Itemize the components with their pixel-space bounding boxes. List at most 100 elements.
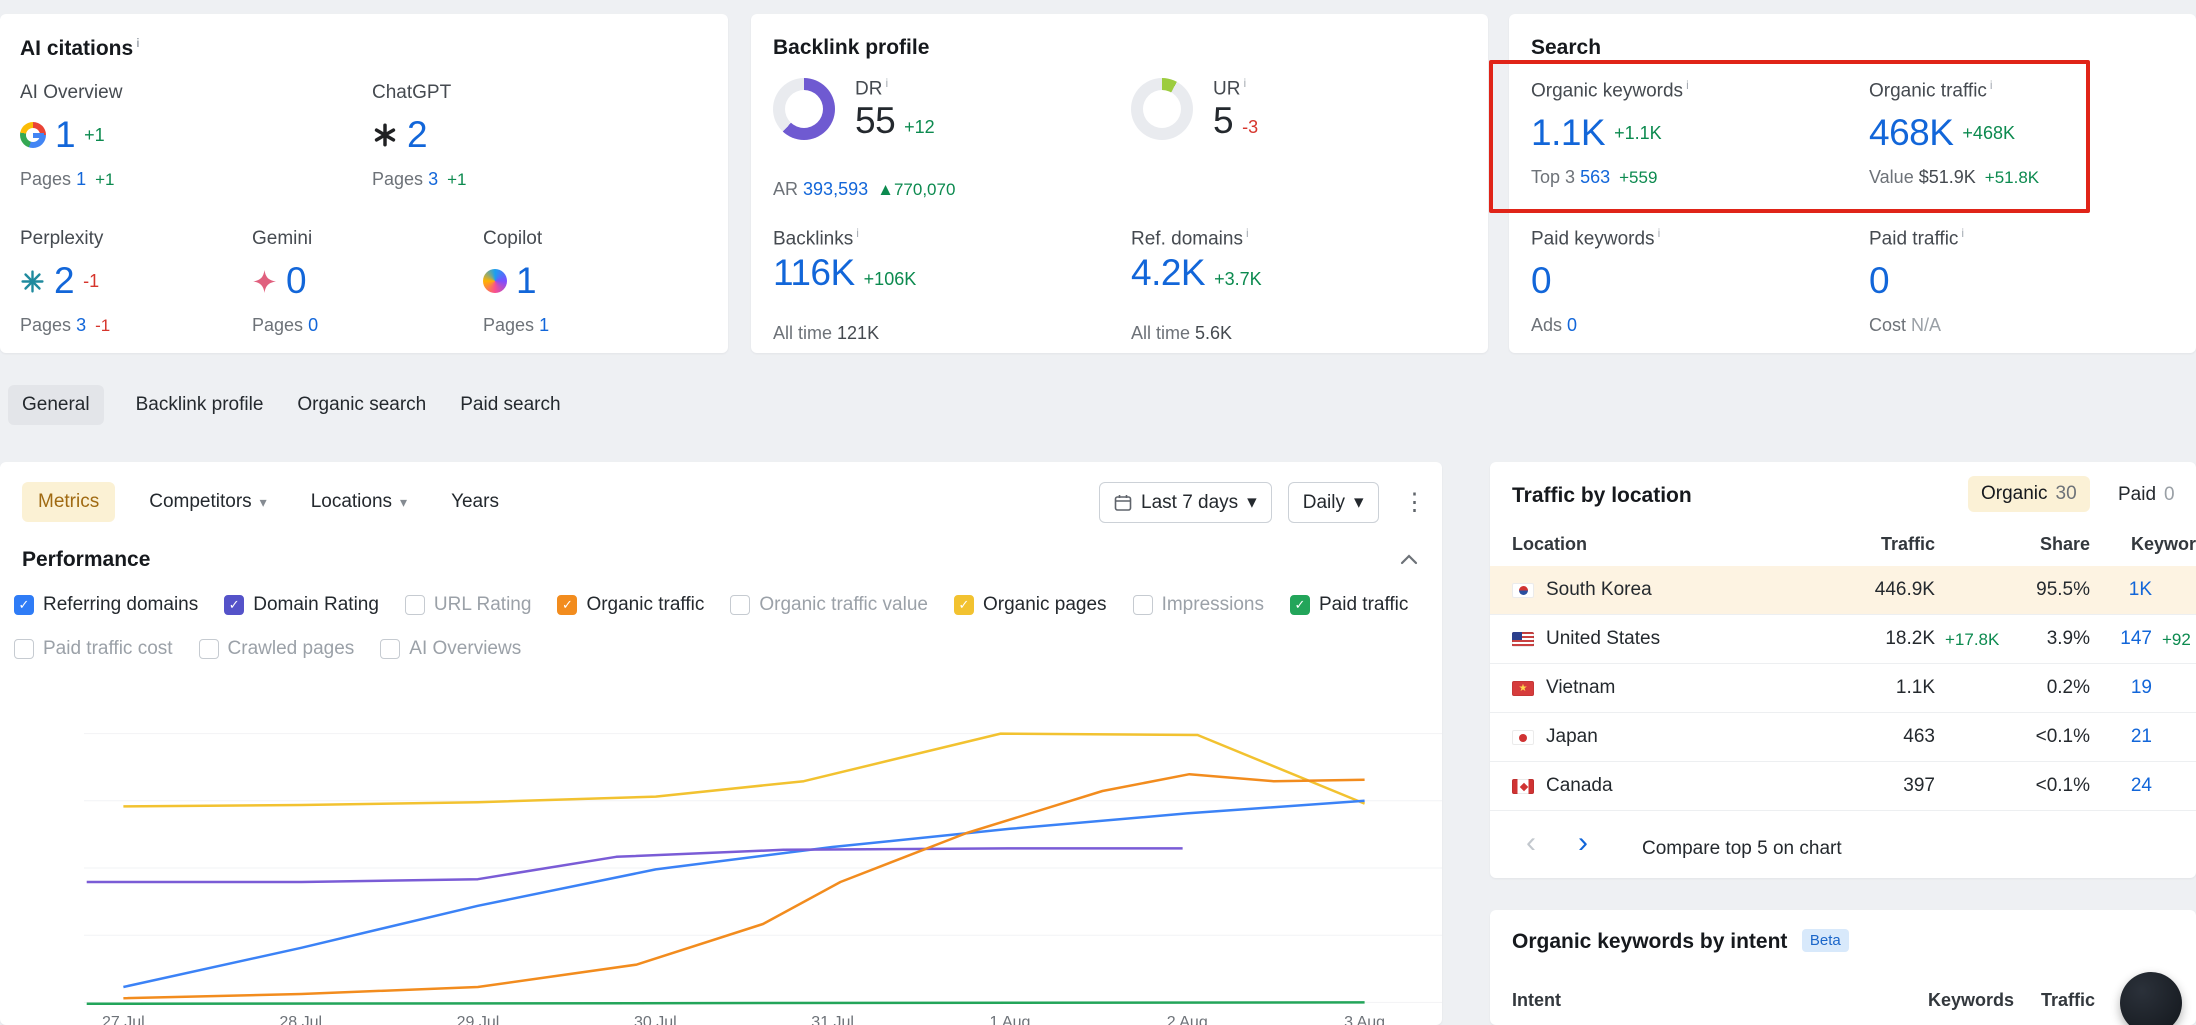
metric-checkbox-url-rating[interactable]: URL Rating xyxy=(405,594,532,616)
granularity-dropdown[interactable]: Daily▾ xyxy=(1288,482,1379,523)
column-traffic: Traffic xyxy=(1770,534,1935,555)
metric-checkbox-paid-traffic[interactable]: ✓Paid traffic xyxy=(1290,594,1408,616)
table-row-south-korea[interactable]: South Korea446.9K95.5%1K xyxy=(1490,566,2196,615)
metric-checkbox-paid-traffic-cost[interactable]: Paid traffic cost xyxy=(14,638,173,660)
organic-toggle[interactable]: Organic30 xyxy=(1968,476,2090,512)
date-controls: Last 7 days▾ Daily▾ ⋮ xyxy=(1099,482,1435,523)
ai-metric-gemini: Gemini 0 Pages 0 xyxy=(252,228,452,336)
paid-keywords-value[interactable]: 0 xyxy=(1531,260,1551,302)
checkbox-unchecked-icon xyxy=(730,595,750,615)
info-icon: i xyxy=(856,226,859,240)
overview-tabs: General Backlink profile Organic search … xyxy=(8,384,563,426)
metrics-button[interactable]: Metrics xyxy=(22,482,115,522)
info-icon: i xyxy=(1961,226,1964,240)
table-row-japan[interactable]: Japan463<0.1%21 xyxy=(1490,713,2196,762)
metric-checkbox-domain-rating[interactable]: ✓Domain Rating xyxy=(224,594,379,616)
collapse-chevron-up-icon[interactable] xyxy=(1400,552,1418,566)
chart-line-organic-traffic xyxy=(123,774,1364,998)
gemini-icon xyxy=(252,269,277,294)
checkbox-unchecked-icon xyxy=(380,639,400,659)
organic-keywords-value[interactable]: 1.1K xyxy=(1531,112,1605,154)
search-card: Search Organic keywordsi 1.1K+1.1K Top 3… xyxy=(1509,14,2196,353)
info-icon: i xyxy=(1246,226,1249,240)
metric-checkbox-crawled-pages[interactable]: Crawled pages xyxy=(199,638,355,660)
more-options-icon[interactable]: ⋮ xyxy=(1395,484,1435,521)
search-title: Search xyxy=(1531,36,1601,60)
table-row-vietnam[interactable]: Vietnam1.1K0.2%19 xyxy=(1490,664,2196,713)
location-name: United States xyxy=(1546,628,1660,650)
organic-traffic-value[interactable]: 468K xyxy=(1869,112,1953,154)
copilot-icon xyxy=(483,269,507,293)
metric-toggles-row-2: Paid traffic cost Crawled pages AI Overvie… xyxy=(14,638,521,660)
chat-widget-button[interactable] xyxy=(2120,972,2182,1025)
calendar-icon xyxy=(1114,494,1132,512)
metric-checkbox-impressions[interactable]: Impressions xyxy=(1133,594,1264,616)
x-axis-label: 1 Aug xyxy=(989,1014,1030,1025)
traffic-value: 446.9K xyxy=(1770,579,1935,601)
keywords-link[interactable]: 21 xyxy=(2062,726,2152,748)
paid-toggle[interactable]: Paid0 xyxy=(2118,484,2175,506)
up-triangle-icon: ▲ xyxy=(877,180,894,199)
metric-checkbox-ai-overviews[interactable]: AI Overviews xyxy=(380,638,521,660)
checkbox-unchecked-icon xyxy=(1133,595,1153,615)
metric-checkbox-referring-domains[interactable]: ✓Referring domains xyxy=(14,594,198,616)
chart-line-referring-domains xyxy=(123,801,1364,987)
column-traffic: Traffic xyxy=(2015,990,2095,1011)
ref-domains-value[interactable]: 4.2K xyxy=(1131,252,1205,294)
keywords-link[interactable]: 24 xyxy=(2062,775,2152,797)
compare-top5-link[interactable]: Compare top 5 on chart xyxy=(1642,838,1842,860)
x-axis-label: 28 Jul xyxy=(279,1014,322,1025)
flag-canada-icon xyxy=(1512,779,1534,794)
paid-keywords-block: Paid keywordsi 0 Ads 0 xyxy=(1531,226,1851,336)
ai-metric-copilot: Copilot 1 Pages 1 xyxy=(483,228,683,336)
performance-chart xyxy=(84,693,1442,1025)
checkbox-unchecked-icon xyxy=(199,639,219,659)
traffic-by-location-card: Traffic by location Organic30 Paid0 Loca… xyxy=(1490,462,2196,878)
x-axis-label: 31 Jul xyxy=(811,1014,854,1025)
keywords-link[interactable]: 147 xyxy=(2062,628,2152,650)
metric-checkbox-organic-traffic[interactable]: ✓Organic traffic xyxy=(557,594,704,616)
location-table-header: Location Traffic Share Keywords xyxy=(1490,534,2196,566)
chevron-down-icon: ▾ xyxy=(400,494,407,511)
date-range-button[interactable]: Last 7 days▾ xyxy=(1099,482,1272,523)
metric-value: 1 xyxy=(55,114,75,156)
tab-paid-search[interactable]: Paid search xyxy=(458,385,562,425)
competitors-dropdown[interactable]: Competitors▾ xyxy=(139,482,276,522)
backlink-profile-title: Backlink profile xyxy=(773,36,929,60)
metric-checkbox-organic-pages[interactable]: ✓Organic pages xyxy=(954,594,1107,616)
traffic-value: 1.1K xyxy=(1770,677,1935,699)
ur-donut-chart xyxy=(1131,78,1193,140)
locations-dropdown[interactable]: Locations▾ xyxy=(301,482,417,522)
page-prev-icon[interactable]: ‹ xyxy=(1526,828,1536,858)
info-icon: i xyxy=(136,36,139,50)
metric-checkbox-organic-traffic-value[interactable]: Organic traffic value xyxy=(730,594,928,616)
traffic-by-location-title: Traffic by location xyxy=(1512,484,1692,508)
page-next-icon[interactable]: › xyxy=(1578,828,1588,858)
tab-organic-search[interactable]: Organic search xyxy=(295,385,428,425)
chatgpt-icon xyxy=(372,122,398,148)
backlink-profile-card: Backlink profile DRi 55+12 AR 393,593 ▲7… xyxy=(751,14,1488,353)
info-icon: i xyxy=(1658,226,1661,240)
chart-x-axis-labels: 27 Jul28 Jul29 Jul30 Jul31 Jul1 Aug2 Aug… xyxy=(0,1014,1442,1025)
ar-line: AR 393,593 ▲770,070 xyxy=(773,179,955,200)
keywords-link[interactable]: 1K xyxy=(2062,579,2152,601)
checkbox-checked-icon: ✓ xyxy=(224,595,244,615)
checkbox-unchecked-icon xyxy=(14,639,34,659)
years-button[interactable]: Years xyxy=(441,482,509,522)
chevron-down-icon: ▾ xyxy=(1247,491,1257,514)
keywords-link[interactable]: 19 xyxy=(2062,677,2152,699)
table-row-united-states[interactable]: United States18.2K3.9%147+17.8K+92 xyxy=(1490,615,2196,664)
flag-united-states-icon xyxy=(1512,632,1534,647)
backlinks-value[interactable]: 116K xyxy=(773,252,855,294)
perplexity-icon xyxy=(20,269,45,294)
table-row-canada[interactable]: Canada397<0.1%24 xyxy=(1490,762,2196,811)
info-icon: i xyxy=(1990,78,1993,92)
performance-card: Metrics Competitors▾ Locations▾ Years La… xyxy=(0,462,1442,1025)
ai-metric-perplexity: Perplexity 2-1 Pages 3 -1 xyxy=(20,228,230,336)
dr-value: 55 xyxy=(855,100,895,142)
organic-traffic-block: Organic traffici 468K+468K Value $51.9K … xyxy=(1869,78,2189,188)
traffic-delta: +17.8K xyxy=(1945,630,1999,650)
tab-general[interactable]: General xyxy=(8,385,104,425)
tab-backlink-profile[interactable]: Backlink profile xyxy=(134,385,266,425)
location-name: Vietnam xyxy=(1546,677,1615,699)
